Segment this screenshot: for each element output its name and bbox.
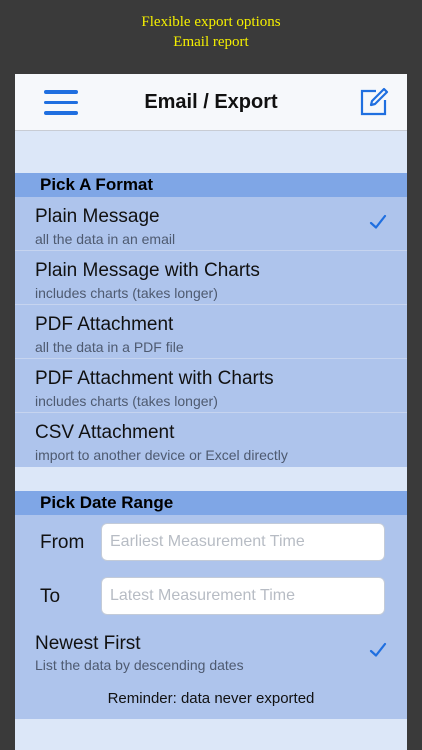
format-list: Plain Message all the data in an email P… [15, 197, 407, 467]
checkmark-icon [369, 642, 387, 657]
promo-caption-line1: Flexible export options [141, 14, 281, 30]
navigation-bar: Email / Export [15, 74, 407, 131]
from-date-input[interactable] [101, 523, 385, 561]
promo-caption-line2: Email report [173, 34, 249, 50]
format-option-title: CSV Attachment [35, 422, 175, 443]
section-spacer [15, 467, 407, 491]
reminder-text: Reminder: data never exported [107, 690, 315, 707]
app-screen: Email / Export Pick A Format Plain Messa… [15, 74, 407, 750]
compose-icon[interactable] [359, 87, 389, 117]
checkmark-icon [369, 214, 387, 229]
format-option-plain-message[interactable]: Plain Message all the data in an email [15, 197, 407, 251]
newest-first-toggle[interactable]: Newest First List the data by descending… [15, 623, 407, 679]
format-section-header: Pick A Format [15, 173, 407, 197]
format-option-pdf-charts[interactable]: PDF Attachment with Charts includes char… [15, 359, 407, 413]
date-section-header: Pick Date Range [15, 491, 407, 515]
from-label: From [40, 532, 85, 553]
page-title: Email / Export [144, 91, 278, 113]
newest-first-subtitle: List the data by descending dates [35, 657, 244, 673]
to-date-input[interactable] [101, 577, 385, 615]
promo-caption: Flexible export options Email report [0, 12, 422, 52]
from-row: From [15, 515, 407, 569]
to-row: To [15, 569, 407, 623]
format-option-title: PDF Attachment [35, 314, 174, 335]
date-range-list: From To Newest First List the data by de… [15, 515, 407, 719]
format-option-plain-message-charts[interactable]: Plain Message with Charts includes chart… [15, 251, 407, 305]
format-option-title: Plain Message with Charts [35, 260, 260, 281]
format-option-title: Plain Message [35, 206, 160, 227]
format-option-subtitle: all the data in a PDF file [35, 339, 184, 355]
top-spacer [15, 131, 407, 173]
newest-first-title: Newest First [35, 633, 141, 654]
format-option-subtitle: includes charts (takes longer) [35, 285, 218, 301]
format-option-pdf[interactable]: PDF Attachment all the data in a PDF fil… [15, 305, 407, 359]
format-option-title: PDF Attachment with Charts [35, 368, 274, 389]
format-option-subtitle: import to another device or Excel direct… [35, 447, 288, 463]
bottom-spacer [15, 719, 407, 750]
format-option-subtitle: includes charts (takes longer) [35, 393, 218, 409]
format-option-csv[interactable]: CSV Attachment import to another device … [15, 413, 407, 467]
format-option-subtitle: all the data in an email [35, 231, 176, 247]
to-label: To [40, 586, 61, 607]
